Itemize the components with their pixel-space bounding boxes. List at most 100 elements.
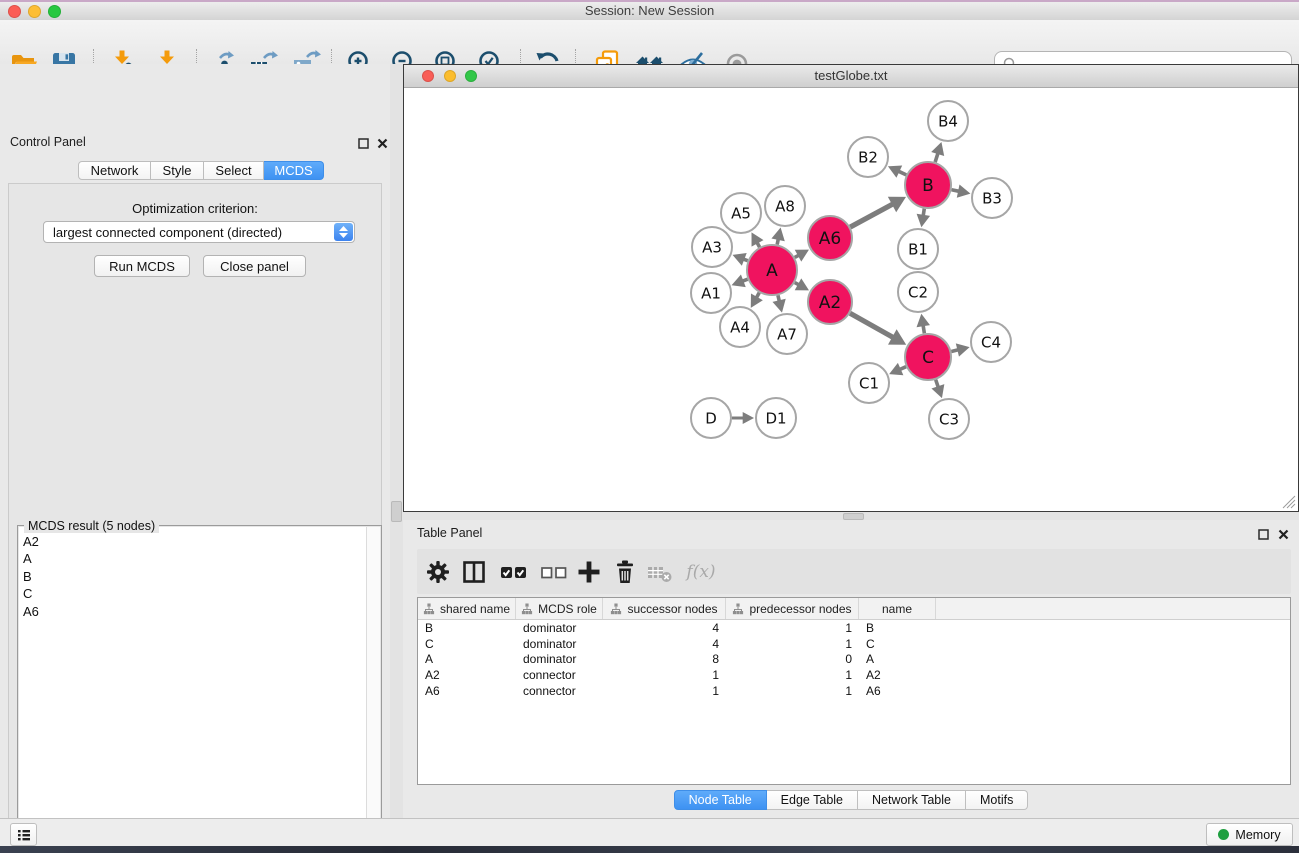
mcds-result-list[interactable]: A2ABCA6 — [19, 527, 380, 853]
table-cell: connector — [516, 684, 603, 698]
graph-edge[interactable] — [935, 153, 938, 162]
close-traffic-light[interactable] — [8, 5, 21, 18]
close-panel-button[interactable] — [375, 136, 389, 150]
graph-node-label: A6 — [819, 229, 841, 249]
vertical-split-divider[interactable] — [390, 64, 403, 818]
table-row[interactable]: A6connector11A6 — [418, 683, 1290, 699]
tab-node-table[interactable]: Node Table — [674, 790, 767, 810]
column-header-predecessor-nodes[interactable]: predecessor nodes — [726, 598, 859, 619]
mcds-list-scrollbar[interactable] — [366, 527, 380, 853]
table-settings-button[interactable] — [423, 556, 453, 588]
close-icon — [1278, 529, 1289, 540]
column-header-successor-nodes[interactable]: successor nodes — [603, 598, 726, 619]
divider-grip[interactable] — [843, 513, 864, 520]
table-cell: 1 — [726, 621, 859, 635]
node-table: shared name MCDS rolesuccessor nodesprede… — [417, 597, 1291, 785]
graph-node-label: A — [766, 261, 778, 281]
graph-node-label: A5 — [731, 204, 751, 222]
close-panel-action-button[interactable]: Close panel — [203, 255, 306, 277]
table-cell: 1 — [726, 684, 859, 698]
table-row[interactable]: A2connector11A2 — [418, 667, 1290, 683]
network-zoom-traffic-light[interactable] — [465, 70, 477, 82]
zoom-traffic-light[interactable] — [48, 5, 61, 18]
mcds-result-item[interactable]: B — [23, 568, 366, 585]
shared-column-icon — [521, 603, 533, 615]
table-row[interactable]: Bdominator41B — [418, 620, 1290, 636]
graph-edge[interactable] — [900, 367, 906, 370]
delete-table-button[interactable] — [645, 556, 675, 588]
run-mcds-button[interactable]: Run MCDS — [94, 255, 190, 277]
mcds-result-item[interactable]: A6 — [23, 603, 366, 620]
mcds-result-item[interactable]: A2 — [23, 533, 366, 550]
graph-edge[interactable] — [850, 204, 893, 227]
divider-grip[interactable] — [391, 501, 402, 522]
graph-edge-arrow — [771, 228, 784, 242]
table-tabs: Node TableEdge TableNetwork TableMotifs — [403, 790, 1299, 810]
graph-node-label: A2 — [819, 293, 841, 313]
show-panels-button[interactable] — [10, 823, 37, 846]
graph-edge[interactable] — [936, 380, 939, 387]
list-icon — [16, 827, 32, 843]
control-panel: Control Panel NetworkStyleSelectMCDS Opt… — [0, 64, 391, 818]
graph-node-label: A4 — [730, 318, 750, 336]
column-header-name[interactable]: name — [859, 598, 936, 619]
table-row[interactable]: Cdominator41C — [418, 636, 1290, 652]
float-panel-button[interactable] — [356, 136, 370, 150]
tab-motifs[interactable]: Motifs — [966, 790, 1028, 810]
graph-edge[interactable] — [952, 190, 960, 192]
table-panel: Table Panel — [403, 520, 1299, 818]
tab-network-table[interactable]: Network Table — [858, 790, 966, 810]
tab-style[interactable]: Style — [151, 161, 204, 180]
horizontal-split-divider[interactable] — [403, 512, 1299, 520]
memory-button[interactable]: Memory — [1206, 823, 1293, 846]
function-builder-button[interactable]: f(x) — [681, 556, 721, 588]
column-header-mcds-role[interactable]: MCDS role — [516, 598, 603, 619]
main-titlebar: Session: New Session — [0, 2, 1299, 21]
network-view-window: testGlobe.txt B4B2BB3A8A5A6A3B1AA1C2A2A4… — [403, 64, 1299, 512]
tab-network[interactable]: Network — [78, 161, 151, 180]
select-all-checkboxes-button[interactable] — [497, 556, 531, 588]
table-cell: 4 — [603, 637, 726, 651]
network-canvas[interactable]: B4B2BB3A8A5A6A3B1AA1C2A2A4A7C4CC1DD1C3 — [404, 88, 1298, 511]
table-row[interactable]: Adominator80A — [418, 652, 1290, 668]
network-close-traffic-light[interactable] — [422, 70, 434, 82]
tab-select[interactable]: Select — [204, 161, 264, 180]
tab-edge-table[interactable]: Edge Table — [767, 790, 858, 810]
network-window-title: testGlobe.txt — [404, 65, 1298, 87]
clear-checkboxes-button[interactable] — [537, 556, 571, 588]
run-mcds-label: Run MCDS — [109, 259, 175, 274]
network-minimize-traffic-light[interactable] — [444, 70, 456, 82]
graph-edge[interactable] — [850, 313, 893, 337]
graph-edge[interactable] — [898, 171, 906, 175]
criterion-dropdown[interactable]: largest connected component (directed) — [43, 221, 355, 243]
desktop-wallpaper-strip — [0, 846, 1299, 853]
graph-edge[interactable] — [923, 325, 924, 333]
delete-table-icon — [645, 558, 675, 586]
optimization-criterion-label: Optimization criterion: — [8, 201, 382, 216]
table-close-button[interactable] — [1276, 527, 1290, 541]
mcds-result-item[interactable]: C — [23, 585, 366, 602]
column-header-label: shared name — [440, 602, 510, 616]
graph-edge[interactable] — [923, 209, 924, 216]
graph-edge[interactable] — [951, 350, 958, 352]
network-window-titlebar[interactable]: testGlobe.txt — [404, 65, 1298, 88]
table-cell: A2 — [418, 668, 516, 682]
resize-grip-icon[interactable] — [1280, 493, 1296, 509]
memory-label: Memory — [1235, 828, 1280, 842]
shared-column-icon — [610, 603, 622, 615]
tab-mcds[interactable]: MCDS — [264, 161, 324, 180]
gear-icon — [424, 558, 452, 586]
control-panel-tabs: NetworkStyleSelectMCDS — [78, 161, 324, 180]
mcds-result-item[interactable]: A — [23, 550, 366, 567]
table-toolbar: f(x) — [417, 549, 1291, 594]
minimize-traffic-light[interactable] — [28, 5, 41, 18]
graph-edge-arrow — [743, 412, 754, 424]
shared-column-icon — [732, 603, 744, 615]
add-column-button[interactable] — [574, 556, 604, 588]
split-columns-button[interactable] — [459, 556, 489, 588]
delete-column-button[interactable] — [610, 556, 640, 588]
table-cell: dominator — [516, 621, 603, 635]
column-header-shared-name[interactable]: shared name — [418, 598, 516, 619]
table-header-row: shared name MCDS rolesuccessor nodesprede… — [418, 598, 1290, 620]
table-float-button[interactable] — [1256, 527, 1270, 541]
